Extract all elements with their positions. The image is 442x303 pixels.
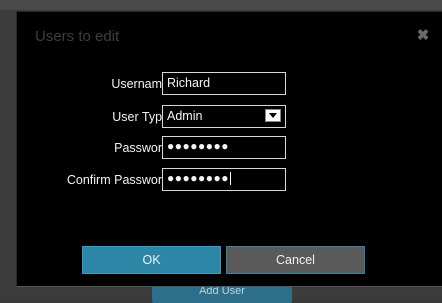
username-row: Username Richard (17, 72, 442, 96)
username-label: Username (111, 77, 169, 91)
cancel-button[interactable]: Cancel (226, 246, 365, 274)
backdrop-top-strip (0, 0, 442, 10)
confirm-password-row: Confirm Password ●●●●●●●● (17, 168, 442, 192)
ok-button[interactable]: OK (82, 246, 221, 274)
edit-user-dialog: Users to edit ✖ Username Richard User Ty… (16, 11, 442, 287)
dropdown-arrow-icon[interactable] (265, 109, 281, 122)
user-type-label: User Type (112, 110, 169, 124)
password-label: Password (114, 141, 169, 155)
user-type-row: User Type Admin (17, 105, 442, 129)
text-caret (229, 172, 231, 186)
dialog-title: Users to edit (35, 28, 120, 45)
password-field[interactable]: ●●●●●●●● (162, 136, 286, 159)
username-field[interactable]: Richard (162, 72, 286, 95)
confirm-password-field[interactable]: ●●●●●●●● (162, 168, 286, 191)
close-icon[interactable]: ✖ (416, 28, 430, 43)
user-type-value: Admin (167, 109, 203, 123)
confirm-password-value: ●●●●●●●● (167, 171, 229, 185)
password-row: Password ●●●●●●●● (17, 136, 442, 160)
confirm-password-label: Confirm Password (66, 173, 169, 187)
user-type-select[interactable]: Admin (162, 105, 286, 128)
